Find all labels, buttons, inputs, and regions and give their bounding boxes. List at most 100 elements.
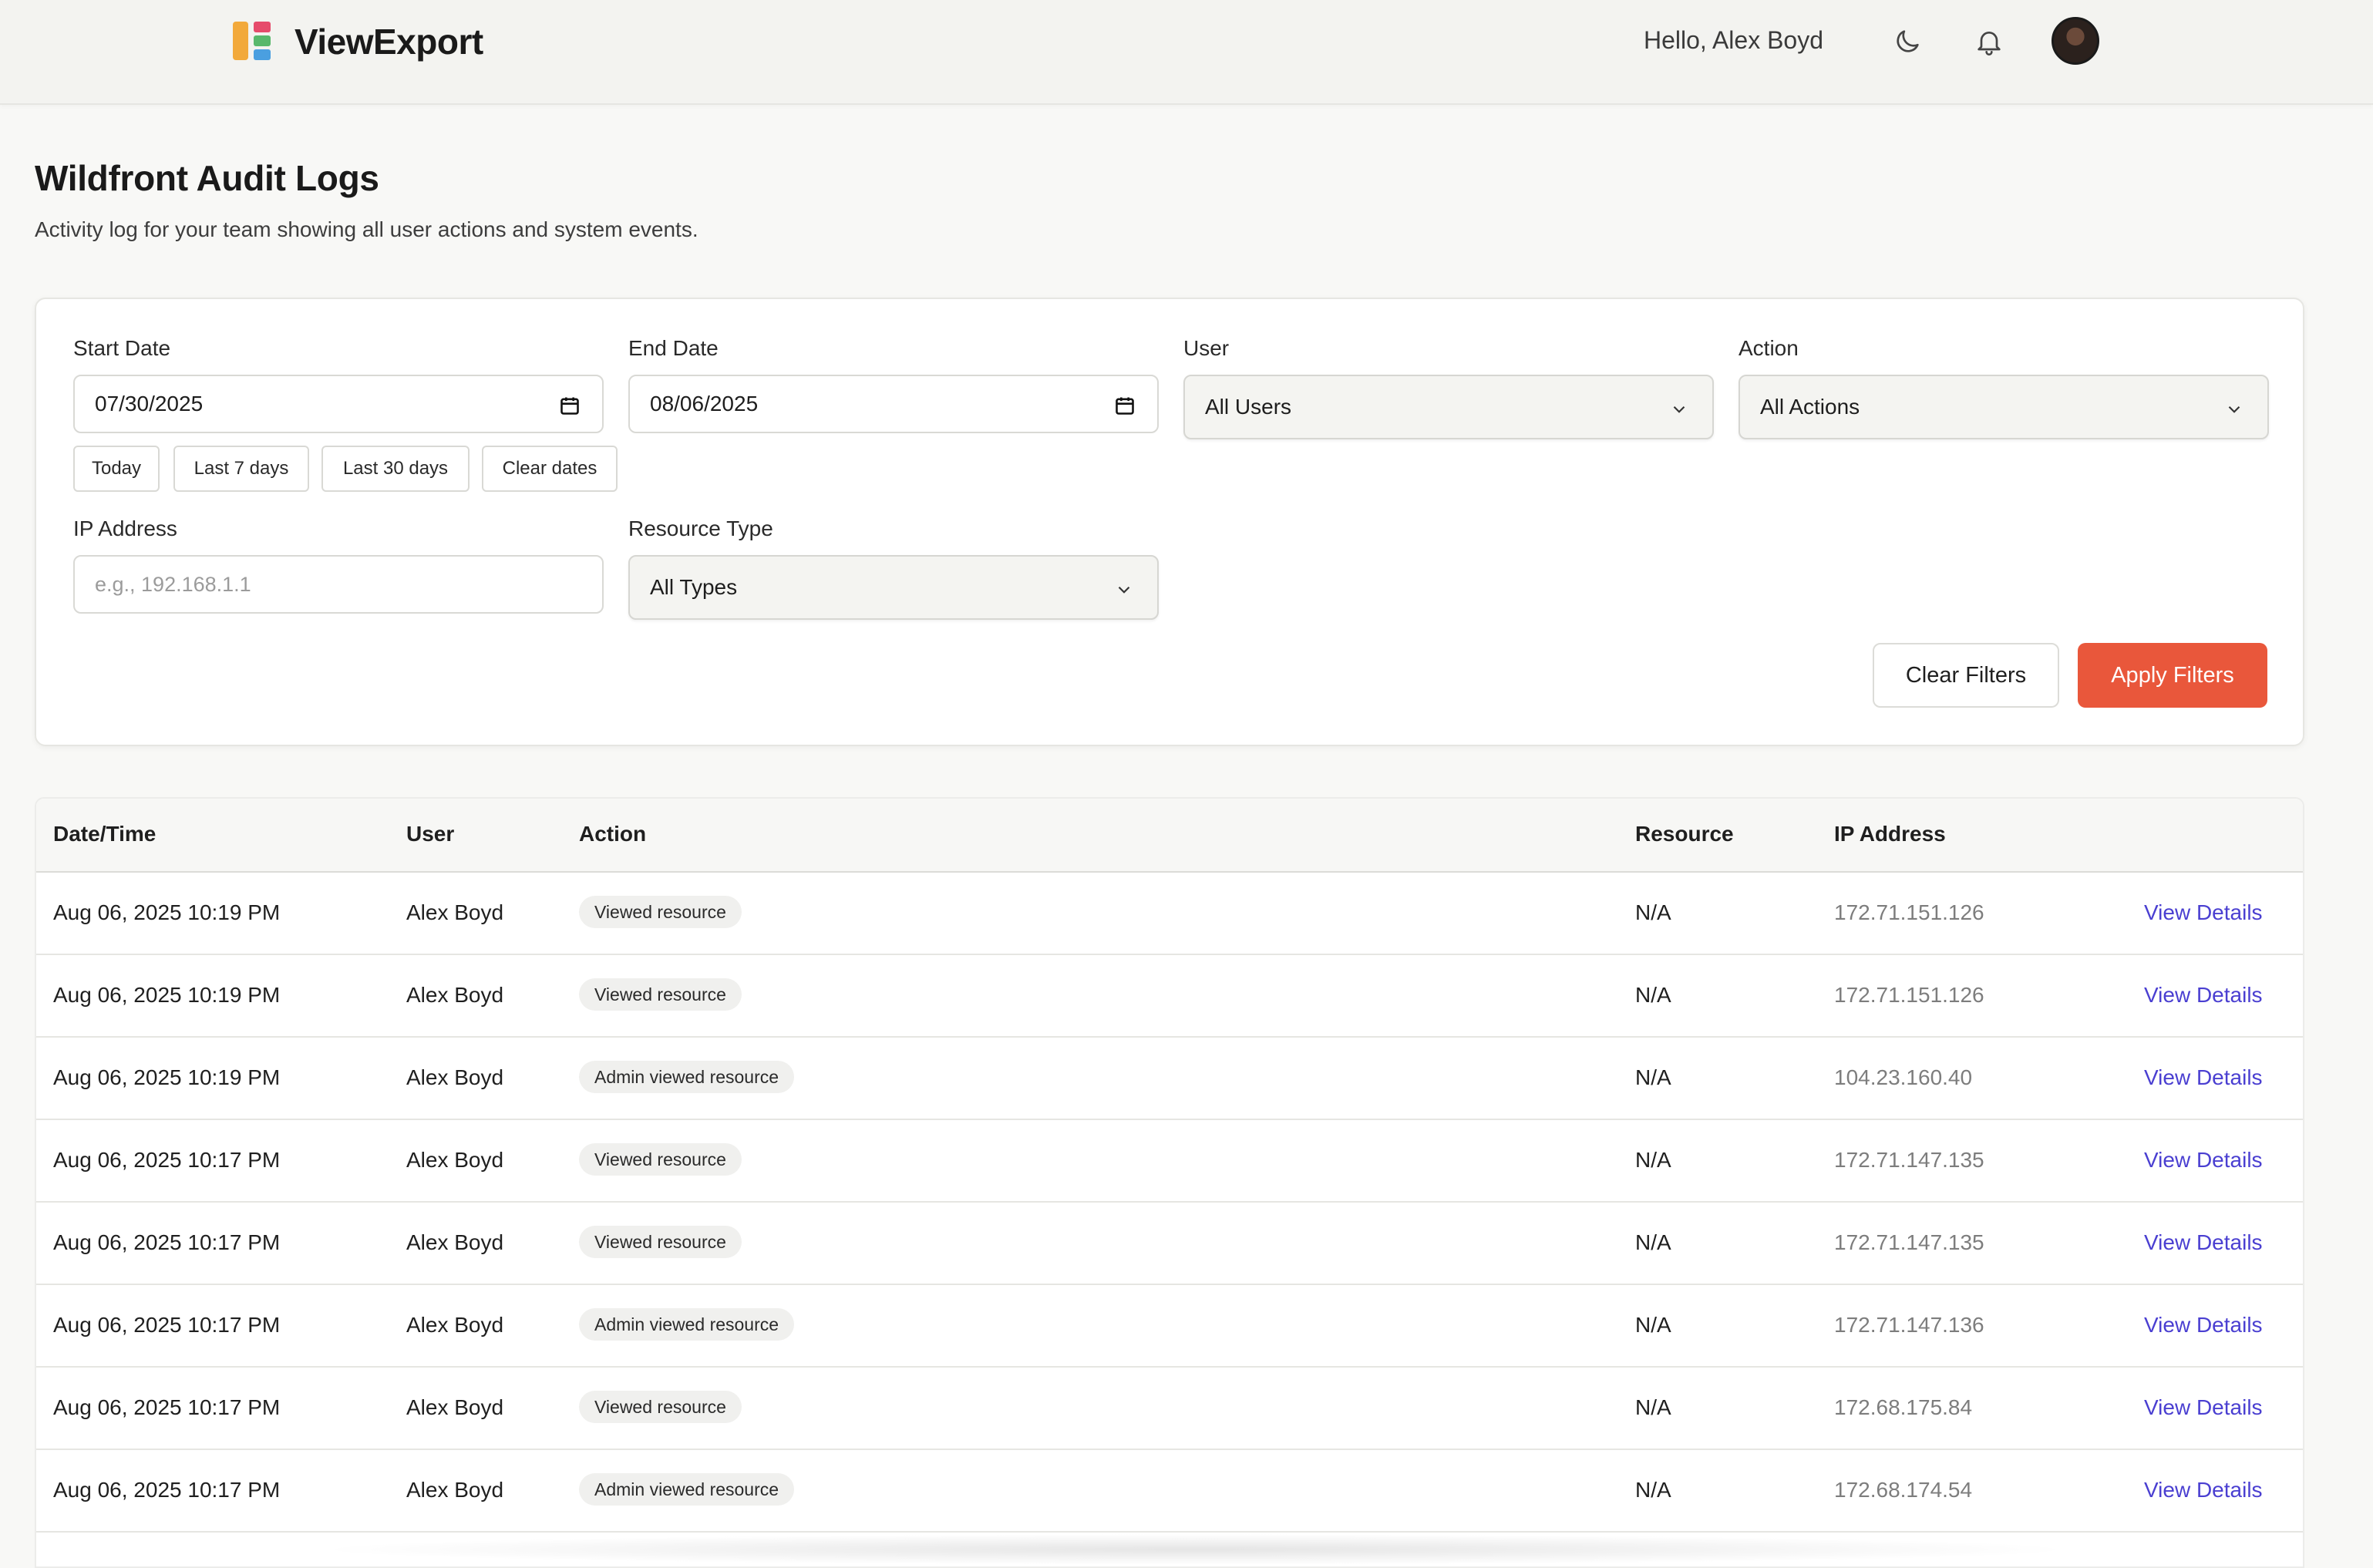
view-details-link[interactable]: View Details [2144, 1065, 2263, 1090]
apply-filters-button[interactable]: Apply Filters [2078, 643, 2267, 708]
row-user: Alex Boyd [406, 1065, 503, 1090]
table-row[interactable]: Aug 06, 2025 10:19 PM Alex Boyd Admin vi… [36, 1038, 2303, 1120]
row-user: Alex Boyd [406, 1395, 503, 1420]
end-date-value: 08/06/2025 [650, 392, 758, 416]
last-30-days-chip[interactable]: Last 30 days [321, 446, 470, 492]
user-select[interactable]: All Users [1183, 375, 1714, 439]
bell-icon[interactable] [1969, 22, 2009, 62]
app-name: ViewExport [295, 21, 483, 62]
chevron-down-icon [2224, 399, 2244, 425]
row-datetime: Aug 06, 2025 10:19 PM [53, 983, 280, 1008]
row-ip-address: 172.71.147.135 [1834, 1230, 1984, 1255]
row-user: Alex Boyd [406, 1478, 503, 1502]
table-row[interactable]: Aug 06, 2025 10:17 PM Alex Boyd Viewed r… [36, 1368, 2303, 1450]
table-row[interactable]: Aug 06, 2025 10:17 PM Alex Boyd Viewed r… [36, 1120, 2303, 1203]
column-header-user[interactable]: User [406, 822, 454, 846]
action-badge: Viewed resource [579, 1226, 742, 1258]
row-datetime: Aug 06, 2025 10:17 PM [53, 1395, 280, 1420]
action-badge: Admin viewed resource [579, 1308, 794, 1341]
view-details-link[interactable]: View Details [2144, 983, 2263, 1008]
row-ip-address: 172.71.151.126 [1834, 983, 1984, 1008]
page-subtitle: Activity log for your team showing all u… [35, 217, 698, 242]
row-datetime: Aug 06, 2025 10:19 PM [53, 1065, 280, 1090]
end-date-label: End Date [628, 336, 719, 361]
row-user: Alex Boyd [406, 1230, 503, 1255]
user-filter-label: User [1183, 336, 1229, 361]
row-resource: N/A [1635, 1065, 1671, 1090]
view-details-link[interactable]: View Details [2144, 1230, 2263, 1255]
clear-dates-chip[interactable]: Clear dates [482, 446, 618, 492]
calendar-icon[interactable] [1114, 395, 1136, 422]
action-badge: Viewed resource [579, 978, 742, 1011]
row-resource: N/A [1635, 900, 1671, 925]
start-date-value: 07/30/2025 [95, 392, 203, 416]
row-datetime: Aug 06, 2025 10:19 PM [53, 900, 280, 925]
row-datetime: Aug 06, 2025 10:17 PM [53, 1313, 280, 1338]
view-details-link[interactable]: View Details [2144, 1478, 2263, 1502]
row-ip-address: 172.71.151.126 [1834, 900, 1984, 925]
audit-log-table: Date/Time User Action Resource IP Addres… [35, 797, 2304, 1568]
row-ip-address: 172.71.147.136 [1834, 1313, 1984, 1338]
table-row[interactable]: Aug 06, 2025 10:19 PM Alex Boyd Viewed r… [36, 955, 2303, 1038]
top-header: ViewExport Hello, Alex Boyd [0, 0, 2373, 105]
chevron-down-icon [1669, 399, 1689, 425]
view-details-link[interactable]: View Details [2144, 900, 2263, 925]
table-row[interactable]: Aug 06, 2025 10:17 PM Alex Boyd Admin vi… [36, 1450, 2303, 1533]
ip-address-input[interactable] [73, 555, 604, 614]
row-ip-address: 172.68.175.84 [1834, 1395, 1972, 1420]
today-chip[interactable]: Today [73, 446, 160, 492]
row-resource: N/A [1635, 1478, 1671, 1502]
view-details-link[interactable]: View Details [2144, 1395, 2263, 1420]
view-details-link[interactable]: View Details [2144, 1313, 2263, 1338]
row-resource: N/A [1635, 1395, 1671, 1420]
moon-icon[interactable] [1887, 22, 1927, 62]
column-header-datetime[interactable]: Date/Time [53, 822, 156, 846]
row-user: Alex Boyd [406, 1313, 503, 1338]
row-resource: N/A [1635, 1148, 1671, 1173]
resource-type-select[interactable]: All Types [628, 555, 1159, 620]
action-filter-label: Action [1739, 336, 1799, 361]
end-date-input[interactable]: 08/06/2025 [628, 375, 1159, 433]
start-date-input[interactable]: 07/30/2025 [73, 375, 604, 433]
clear-filters-button[interactable]: Clear Filters [1873, 643, 2059, 708]
brand[interactable]: ViewExport [233, 21, 483, 62]
action-badge: Viewed resource [579, 896, 742, 928]
row-ip-address: 172.68.174.54 [1834, 1478, 1972, 1502]
view-details-link[interactable]: View Details [2144, 1148, 2263, 1173]
resource-type-label: Resource Type [628, 516, 773, 541]
table-row[interactable]: Aug 06, 2025 10:17 PM Alex Boyd Admin vi… [36, 1285, 2303, 1368]
user-greeting: Hello, Alex Boyd [1644, 26, 1823, 55]
row-user: Alex Boyd [406, 1148, 503, 1173]
row-datetime: Aug 06, 2025 10:17 PM [53, 1478, 280, 1502]
row-ip-address: 104.23.160.40 [1834, 1065, 1972, 1090]
chevron-down-icon [1114, 580, 1134, 605]
avatar[interactable] [2052, 17, 2099, 65]
resource-type-value: All Types [650, 575, 737, 600]
table-row[interactable]: Aug 06, 2025 10:17 PM Alex Boyd Viewed r… [36, 1203, 2303, 1285]
row-datetime: Aug 06, 2025 10:17 PM [53, 1148, 280, 1173]
start-date-label: Start Date [73, 336, 170, 361]
column-header-resource[interactable]: Resource [1635, 822, 1734, 846]
column-header-ip-address[interactable]: IP Address [1834, 822, 1946, 846]
action-badge: Viewed resource [579, 1143, 742, 1176]
action-badge: Viewed resource [579, 1391, 742, 1423]
filter-panel: Start Date 07/30/2025 End Date 08/06/202… [35, 298, 2304, 746]
action-select-value: All Actions [1760, 395, 1860, 419]
last-7-days-chip[interactable]: Last 7 days [173, 446, 309, 492]
row-user: Alex Boyd [406, 900, 503, 925]
row-resource: N/A [1635, 1230, 1671, 1255]
ip-address-label: IP Address [73, 516, 177, 541]
calendar-icon[interactable] [559, 395, 581, 422]
row-user: Alex Boyd [406, 983, 503, 1008]
action-badge: Admin viewed resource [579, 1061, 794, 1093]
table-header: Date/Time User Action Resource IP Addres… [36, 799, 2303, 873]
page-title: Wildfront Audit Logs [35, 157, 379, 199]
table-row[interactable]: Aug 06, 2025 10:19 PM Alex Boyd Viewed r… [36, 873, 2303, 955]
action-badge: Admin viewed resource [579, 1473, 794, 1506]
row-resource: N/A [1635, 1313, 1671, 1338]
logo-icon [233, 22, 273, 62]
user-select-value: All Users [1205, 395, 1291, 419]
row-ip-address: 172.71.147.135 [1834, 1148, 1984, 1173]
column-header-action[interactable]: Action [579, 822, 646, 846]
action-select[interactable]: All Actions [1739, 375, 2269, 439]
